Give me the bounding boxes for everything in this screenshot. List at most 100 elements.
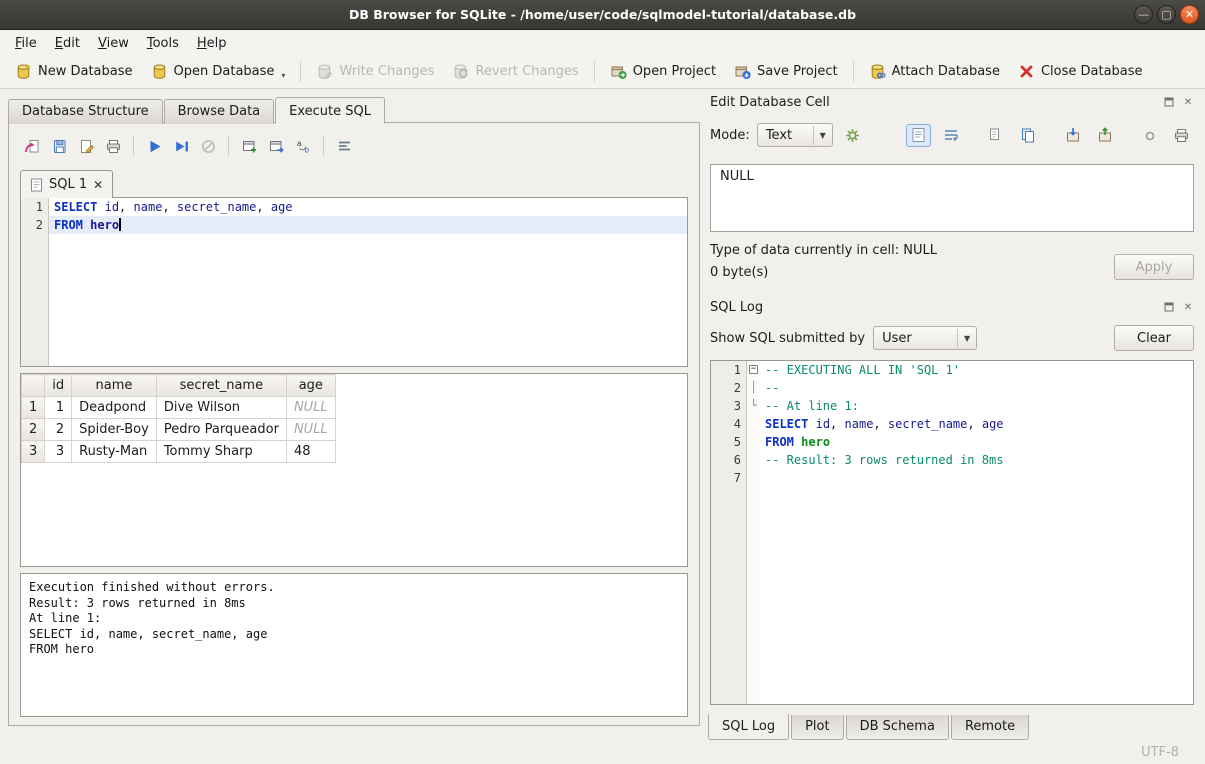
- row-number-cell[interactable]: 1: [22, 397, 45, 419]
- title-bar[interactable]: DB Browser for SQLite - /home/user/code/…: [0, 0, 1205, 30]
- bottom-tab-sql-log[interactable]: SQL Log: [708, 714, 789, 740]
- bottom-tab-db-schema[interactable]: DB Schema: [846, 715, 949, 740]
- submitter-select[interactable]: User ▼: [873, 326, 977, 350]
- revert-changes-icon: [452, 63, 469, 80]
- tab-execute-sql[interactable]: Execute SQL: [275, 97, 385, 124]
- float-panel-icon[interactable]: [1163, 96, 1175, 108]
- message-area[interactable]: Execution finished without errors.Result…: [20, 573, 688, 717]
- print-cell-icon[interactable]: [1169, 124, 1194, 147]
- edit-sql-file-icon[interactable]: [74, 135, 98, 157]
- toolbar-separator: [228, 136, 229, 156]
- fold-marker[interactable]: −: [749, 365, 758, 374]
- bottom-tab-remote[interactable]: Remote: [951, 715, 1029, 740]
- attach-database-icon: [869, 63, 886, 80]
- sql-tab-label: SQL 1: [49, 177, 87, 192]
- execute-all-icon[interactable]: [142, 135, 166, 157]
- toolbar-separator: [323, 136, 324, 156]
- import-icon[interactable]: [1060, 124, 1085, 147]
- table-cell[interactable]: Dive Wilson: [156, 397, 286, 419]
- maximize-button[interactable]: ▢: [1157, 5, 1176, 24]
- token: [170, 200, 177, 214]
- tab-browse-data[interactable]: Browse Data: [164, 99, 275, 124]
- fold-space: [747, 451, 760, 469]
- table-cell[interactable]: Deadpond: [72, 397, 157, 419]
- text-cursor: [119, 218, 121, 231]
- sql-tab[interactable]: SQL 1 ✕: [20, 170, 113, 198]
- open-project-button[interactable]: Open Project: [602, 59, 724, 84]
- new-database-button[interactable]: New Database: [7, 59, 141, 84]
- attach-database-button[interactable]: Attach Database: [861, 59, 1008, 84]
- menu-edit[interactable]: Edit: [46, 33, 89, 54]
- clear-button[interactable]: Clear: [1114, 325, 1194, 351]
- menu-file[interactable]: File: [6, 33, 46, 54]
- paste-icon[interactable]: [1015, 124, 1040, 147]
- close-panel-icon[interactable]: ✕: [1182, 301, 1194, 313]
- column-header-age[interactable]: age: [286, 375, 335, 397]
- token: SELECT: [765, 417, 808, 431]
- open-sql-tab-icon[interactable]: [264, 135, 288, 157]
- column-header-name[interactable]: name: [72, 375, 157, 397]
- token: secret_name: [888, 417, 967, 431]
- token: hero: [801, 435, 830, 449]
- chevron-down-icon: ▼: [813, 126, 830, 145]
- format-sql-icon[interactable]: [332, 135, 356, 157]
- find-replace-icon[interactable]: ab: [291, 135, 315, 157]
- save-project-button[interactable]: Save Project: [726, 59, 846, 84]
- table-cell[interactable]: 3: [45, 441, 72, 463]
- bottom-tab-plot[interactable]: Plot: [791, 715, 844, 740]
- row-number-cell[interactable]: 3: [22, 441, 45, 463]
- print-sql-icon[interactable]: [101, 135, 125, 157]
- table-cell[interactable]: Pedro Parqueador: [156, 419, 286, 441]
- copy-icon[interactable]: [983, 124, 1008, 147]
- edit-cell-header: Edit Database Cell ✕: [710, 92, 1194, 112]
- float-panel-icon[interactable]: [1163, 301, 1175, 313]
- main-tab-bar: Database StructureBrowse DataExecute SQL: [8, 97, 700, 123]
- menu-help[interactable]: Help: [188, 33, 236, 54]
- table-corner-cell: [22, 375, 45, 397]
- fold-space: [747, 415, 760, 433]
- table-cell[interactable]: 2: [45, 419, 72, 441]
- close-database-button[interactable]: Close Database: [1010, 59, 1151, 84]
- column-header-secret-name[interactable]: secret_name: [156, 375, 286, 397]
- set-null-icon[interactable]: [1137, 124, 1162, 147]
- save-sql-file-icon[interactable]: [47, 135, 71, 157]
- export-icon[interactable]: [1092, 124, 1117, 147]
- line-number: 7: [711, 469, 746, 487]
- code-area[interactable]: SELECT id, name, secret_name, ageFROM he…: [49, 198, 687, 366]
- cell-info: Type of data currently in cell: NULL 0 b…: [710, 243, 1194, 280]
- table-cell[interactable]: 1: [45, 397, 72, 419]
- table-cell[interactable]: 48: [286, 441, 335, 463]
- column-header-id[interactable]: id: [45, 375, 72, 397]
- tab-database-structure[interactable]: Database Structure: [8, 99, 163, 124]
- table-row: 11DeadpondDive WilsonNULL: [22, 397, 336, 419]
- menu-view[interactable]: View: [89, 33, 138, 54]
- execute-current-line-icon[interactable]: [169, 135, 193, 157]
- row-number-cell[interactable]: 2: [22, 419, 45, 441]
- text-mode-icon[interactable]: [906, 124, 931, 147]
- settings-icon[interactable]: [840, 124, 865, 147]
- table-cell[interactable]: NULL: [286, 397, 335, 419]
- open-sql-file-icon[interactable]: [20, 135, 44, 157]
- message-line: Result: 3 rows returned in 8ms: [29, 596, 679, 612]
- open-database-button[interactable]: Open Database▾: [143, 59, 294, 84]
- minimize-button[interactable]: —: [1134, 5, 1153, 24]
- open-database-dropdown-icon[interactable]: ▾: [281, 71, 285, 80]
- close-database-label: Close Database: [1041, 64, 1143, 79]
- close-tab-icon[interactable]: ✕: [93, 178, 103, 192]
- table-cell[interactable]: Spider-Boy: [72, 419, 157, 441]
- table-cell[interactable]: NULL: [286, 419, 335, 441]
- new-sql-tab-icon[interactable]: [237, 135, 261, 157]
- mode-select[interactable]: Text ▼: [757, 123, 833, 147]
- log-code-area[interactable]: -- EXECUTING ALL IN 'SQL 1'---- At line …: [760, 361, 1193, 704]
- fold-space: [747, 469, 760, 487]
- word-wrap-icon[interactable]: [938, 124, 963, 147]
- sql-log-view[interactable]: 1234567 −│└ -- EXECUTING ALL IN 'SQL 1'-…: [710, 360, 1194, 705]
- cell-value-editor[interactable]: NULL: [710, 164, 1194, 232]
- table-cell[interactable]: Tommy Sharp: [156, 441, 286, 463]
- sql-editor[interactable]: 12 SELECT id, name, secret_name, ageFROM…: [20, 197, 688, 367]
- menu-tools[interactable]: Tools: [138, 33, 188, 54]
- close-button[interactable]: ✕: [1180, 5, 1199, 24]
- close-panel-icon[interactable]: ✕: [1182, 96, 1194, 108]
- table-cell[interactable]: Rusty-Man: [72, 441, 157, 463]
- sql-file-icon: [30, 178, 43, 192]
